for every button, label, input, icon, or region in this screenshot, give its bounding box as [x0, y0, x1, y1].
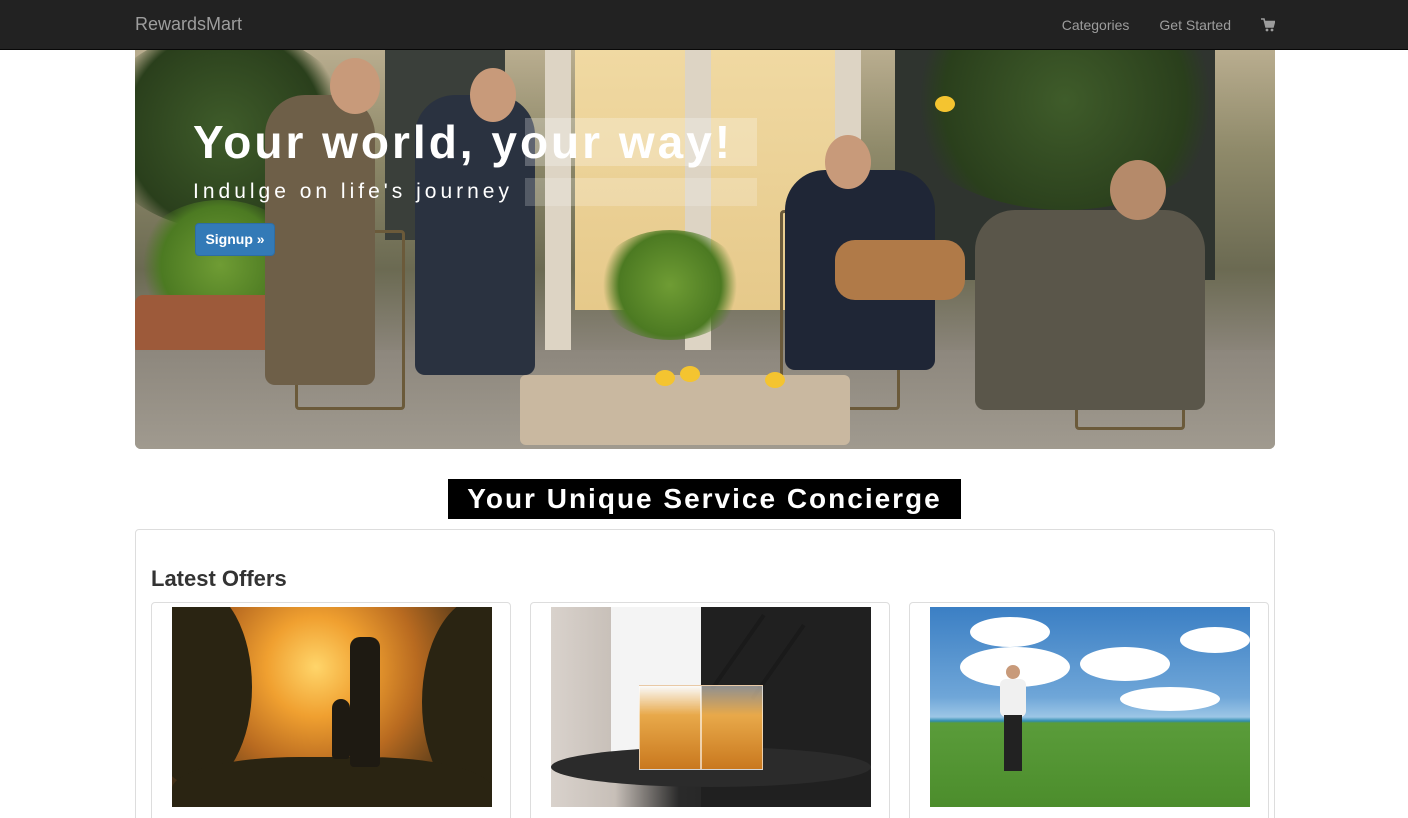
offer-card[interactable]: [530, 602, 890, 818]
nav-link-categories[interactable]: Categories: [1062, 15, 1130, 35]
nav-links: Categories Get Started: [1032, 0, 1276, 50]
nav-link-get-started[interactable]: Get Started: [1159, 15, 1231, 35]
hero-subtitle-highlight: [525, 178, 757, 206]
latest-offers-panel: Latest Offers: [135, 529, 1275, 818]
hero-title: Your world, your way!: [193, 116, 734, 168]
offer-image-sunset[interactable]: [172, 607, 492, 807]
hero-subtitle: Indulge on life's journey: [193, 180, 513, 203]
shopping-cart-icon[interactable]: [1261, 18, 1276, 32]
top-navbar: RewardsMart Categories Get Started: [0, 0, 1408, 50]
brand-link[interactable]: RewardsMart: [135, 14, 242, 34]
offer-image-golf[interactable]: [930, 607, 1250, 807]
offer-image-cocktails[interactable]: [551, 607, 871, 807]
hero-jumbotron: Your world, your way! Indulge on life's …: [135, 50, 1275, 449]
offer-card[interactable]: [151, 602, 511, 818]
concierge-banner: Your Unique Service Concierge: [448, 479, 961, 519]
shopping-cart-icon-glyph: [1261, 18, 1276, 32]
latest-offers-heading: Latest Offers: [151, 566, 287, 591]
signup-button[interactable]: Signup »: [195, 223, 275, 256]
offer-card[interactable]: [909, 602, 1269, 818]
